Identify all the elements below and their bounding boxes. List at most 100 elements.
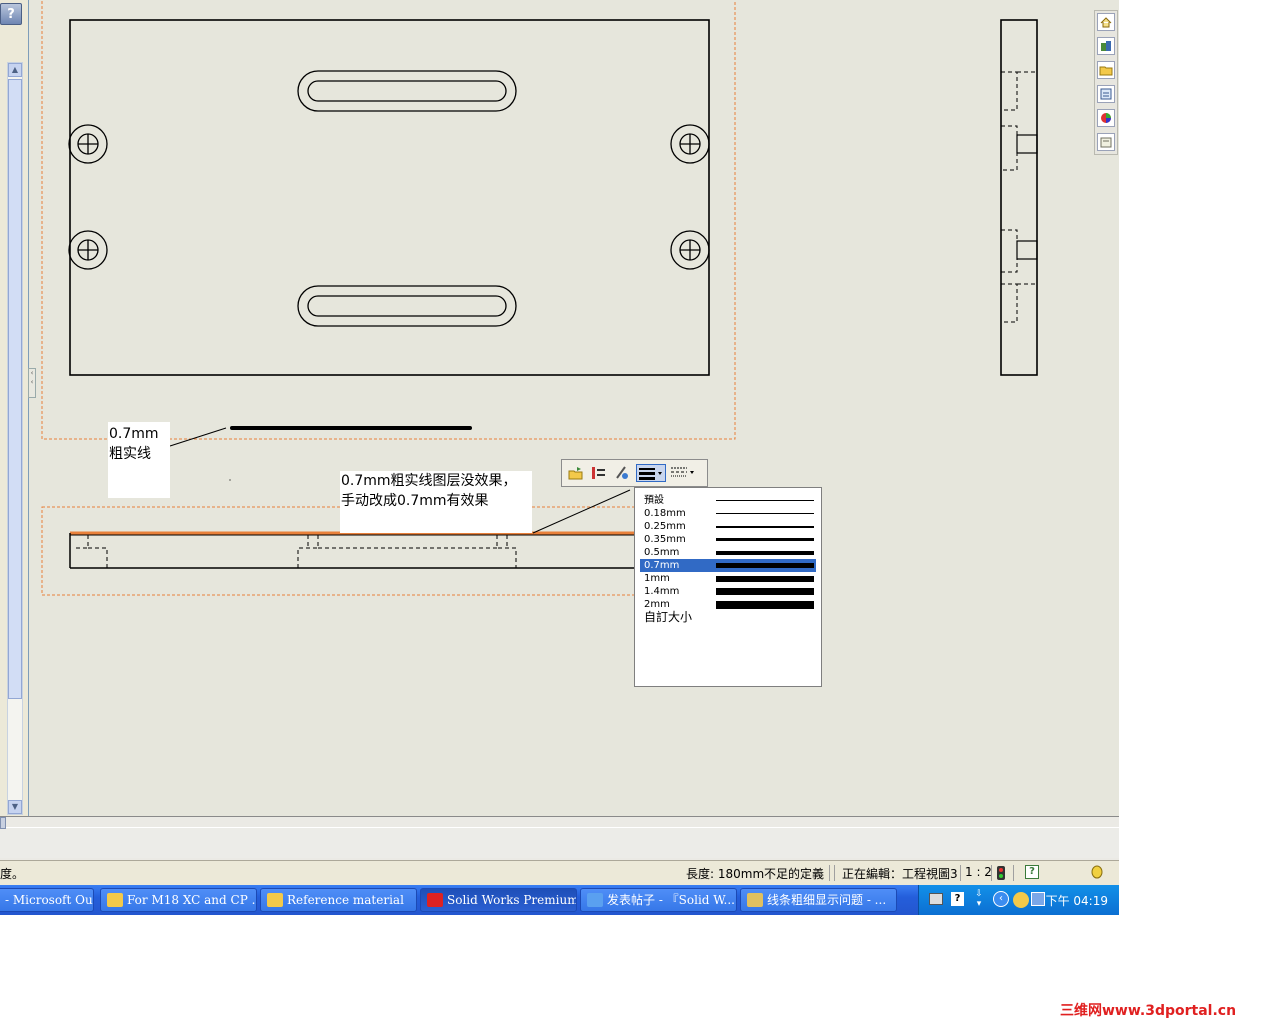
custom-properties-icon[interactable] bbox=[1097, 133, 1115, 151]
thickness-option[interactable]: 0.25mm bbox=[640, 520, 816, 533]
solidworks-window: ? ▲ ▼ ‹ ‹ 0.7mm 粗实线 0.7mm粗实线图层没效果， 手动改成0… bbox=[0, 0, 1119, 915]
messenger-icon[interactable] bbox=[1013, 892, 1029, 908]
scroll-down-icon[interactable]: ▼ bbox=[8, 800, 22, 814]
annotation-note-center[interactable]: 0.7mm粗实线图层没效果， 手动改成0.7mm有效果 bbox=[340, 471, 532, 533]
thickness-option[interactable]: 1.4mm bbox=[640, 585, 816, 598]
folder-icon bbox=[267, 893, 283, 907]
thickness-option[interactable]: 0.7mm bbox=[640, 559, 816, 572]
design-library-icon[interactable] bbox=[1097, 37, 1115, 55]
thickness-sample-line bbox=[716, 601, 814, 609]
annotation-note-left[interactable]: 0.7mm 粗实线 bbox=[108, 422, 170, 498]
layer-properties-icon[interactable] bbox=[567, 464, 585, 482]
ime-options-icon[interactable]: ⇩ ▾ bbox=[973, 889, 985, 909]
appearances-icon[interactable] bbox=[1097, 109, 1115, 127]
ie-icon bbox=[587, 893, 603, 907]
help-status-icon[interactable]: ? bbox=[1025, 865, 1039, 879]
thickness-option[interactable]: 0.18mm bbox=[640, 507, 816, 520]
folder-icon bbox=[107, 893, 123, 907]
file-explorer-icon[interactable] bbox=[1097, 61, 1115, 79]
note-center-line2: 手动改成0.7mm有效果 bbox=[341, 493, 489, 509]
leader-left bbox=[169, 427, 227, 447]
taskbar-button-label: - Microsoft Outl... bbox=[5, 893, 93, 907]
help-button[interactable]: ? bbox=[0, 3, 22, 25]
taskbar-button[interactable]: Solid Works Premium ... bbox=[420, 888, 577, 912]
line-thickness-menu: 預設 0.18mm 0.25mm 0.35mm 0.5mm 0.7mm 1mm 1.4mm 2m… bbox=[634, 487, 822, 687]
home-icon[interactable] bbox=[1097, 13, 1115, 31]
note-left-line1: 0.7mm bbox=[109, 426, 159, 442]
sheet-tab-bar bbox=[0, 816, 1119, 861]
taskbar-button-label: 发表帖子 - 『Solid W... bbox=[607, 893, 735, 907]
show-hidden-icons-button[interactable]: ‹ bbox=[993, 891, 1009, 907]
custom-thickness-label: 自訂大小 bbox=[644, 610, 693, 624]
side-view-hidden-lines bbox=[1001, 71, 1037, 323]
keyboard-icon[interactable] bbox=[929, 893, 943, 905]
quick-tips-icon[interactable] bbox=[1090, 864, 1104, 880]
note-left-line2: 粗实线 bbox=[109, 446, 151, 462]
solidworks-icon bbox=[427, 893, 443, 907]
thickness-sample-line bbox=[716, 500, 814, 501]
view-boundary-top bbox=[41, 0, 736, 440]
thickness-option[interactable]: 預設 bbox=[640, 494, 816, 507]
custom-thickness-option[interactable]: 自訂大小 bbox=[640, 611, 816, 624]
taskbar-button-label: For M18 XC and CP ... bbox=[127, 893, 257, 907]
task-pane-tabs bbox=[1094, 10, 1118, 155]
taskbar-button[interactable]: Reference material bbox=[260, 888, 417, 912]
status-bar: 度。 長度: 180mm 不足的定義 正在編輯：工程視圖3 1 : 2 ? bbox=[0, 860, 1119, 886]
thickness-sample-line bbox=[716, 513, 814, 514]
view-palette-icon[interactable] bbox=[1097, 85, 1115, 103]
slot-bottom bbox=[297, 285, 517, 327]
taskbar-button-label: 线条粗细显示问题 - ... bbox=[767, 893, 887, 907]
taskbar-button-label: Reference material bbox=[287, 893, 404, 907]
feature-manager-panel: ? ▲ ▼ bbox=[0, 0, 29, 816]
drawing-canvas[interactable] bbox=[28, 0, 1094, 816]
network-icon[interactable] bbox=[1031, 892, 1045, 906]
plate-outline bbox=[69, 19, 710, 376]
panel-scrollbar[interactable]: ▲ ▼ bbox=[7, 62, 23, 815]
status-definition: 不足的定義 bbox=[764, 867, 825, 881]
windows-taskbar: - Microsoft Outl... For M18 XC and CP ...… bbox=[0, 885, 1119, 915]
scroll-up-icon[interactable]: ▲ bbox=[8, 63, 22, 77]
hole-top-right bbox=[670, 124, 710, 164]
watermark-text: 三维网www.3dportal.cn bbox=[1060, 1003, 1237, 1019]
thickness-sample-line bbox=[716, 526, 814, 528]
thickness-sample-line bbox=[716, 576, 814, 582]
thickness-sample-line bbox=[716, 551, 814, 555]
line-color-icon[interactable] bbox=[590, 464, 608, 482]
taskbar-button-label: Solid Works Premium ... bbox=[447, 893, 577, 907]
leader-center bbox=[532, 489, 631, 534]
sheet-scroll-button[interactable] bbox=[0, 817, 6, 829]
thickness-sample-line bbox=[716, 538, 814, 541]
rebuild-status-icon[interactable] bbox=[997, 866, 1005, 880]
status-editing: 正在編輯：工程視圖3 bbox=[842, 867, 958, 881]
note-center-line1: 0.7mm粗实线图层没效果， bbox=[341, 473, 517, 489]
clock[interactable]: 下午 04:19 bbox=[1046, 892, 1108, 909]
slot-top bbox=[297, 70, 517, 112]
hole-bottom-right bbox=[670, 230, 710, 270]
thickness-option-label: 預設 bbox=[644, 495, 664, 506]
thickness-option-label: 0.35mm bbox=[644, 534, 686, 545]
line-pattern-dropdown-icon[interactable] bbox=[669, 464, 699, 482]
scroll-thumb[interactable] bbox=[8, 79, 22, 699]
system-tray: ? ⇩ ▾ ‹ 下午 04:19 bbox=[918, 885, 1119, 915]
status-scale[interactable]: 1 : 2 bbox=[965, 865, 992, 879]
taskbar-button[interactable]: 发表帖子 - 『Solid W... bbox=[580, 888, 737, 912]
paint-icon bbox=[747, 893, 763, 907]
bottom-view-hidden-lines bbox=[74, 535, 517, 568]
line-style-icon[interactable] bbox=[613, 464, 631, 482]
thickness-option-label: 0.18mm bbox=[644, 508, 686, 519]
line-format-toolbar bbox=[561, 459, 708, 487]
status-message: 度。 bbox=[0, 867, 25, 881]
taskbar-button[interactable]: 线条粗细显示问题 - ... bbox=[740, 888, 897, 912]
language-help-icon[interactable]: ? bbox=[951, 892, 964, 906]
status-length: 長度: 180mm bbox=[686, 867, 765, 881]
taskbar-button[interactable]: For M18 XC and CP ... bbox=[100, 888, 257, 912]
thickness-option[interactable]: 0.35mm bbox=[640, 533, 816, 546]
thickness-option[interactable]: 1mm bbox=[640, 572, 816, 585]
thickness-option[interactable]: 0.5mm bbox=[640, 546, 816, 559]
thickness-option-label: 1.4mm bbox=[644, 586, 680, 597]
hole-bottom-left bbox=[68, 230, 108, 270]
line-thickness-dropdown-icon[interactable] bbox=[636, 464, 666, 482]
hole-top-left bbox=[68, 124, 108, 164]
thickness-sample-line bbox=[716, 563, 814, 568]
taskbar-button[interactable]: - Microsoft Outl... bbox=[0, 888, 94, 912]
